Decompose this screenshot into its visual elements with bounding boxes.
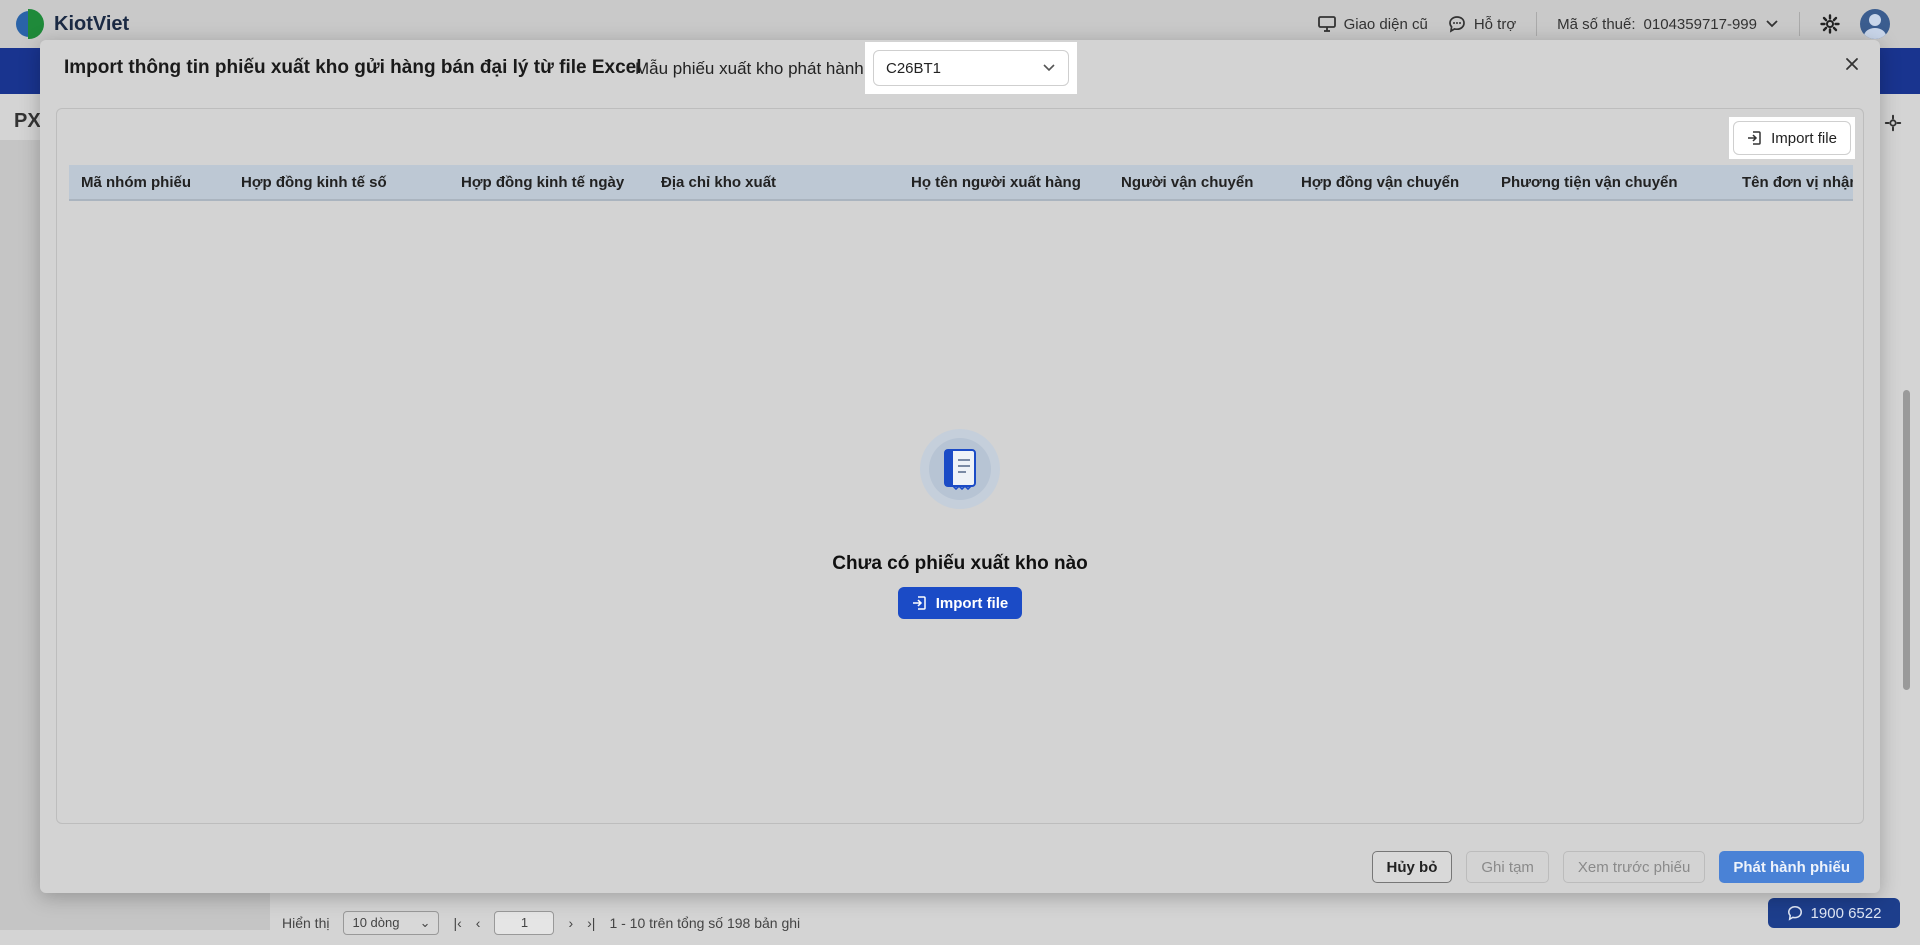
preview-button[interactable]: Xem trước phiếu — [1562, 851, 1706, 883]
file-import-icon — [912, 595, 928, 611]
settings-icon[interactable] — [1884, 114, 1902, 132]
chat-icon — [1787, 905, 1803, 921]
prev-page-icon[interactable]: ‹ — [476, 915, 481, 931]
column-header: Hợp đồng kinh tế số — [241, 174, 387, 191]
import-modal: Import thông tin phiếu xuất kho gửi hàng… — [40, 40, 1880, 893]
template-select[interactable]: C26BT1 — [873, 50, 1069, 86]
next-page-icon[interactable]: › — [568, 915, 573, 931]
modal-title: Import thông tin phiếu xuất kho gửi hàng… — [64, 57, 642, 78]
column-header: Hợp đồng kinh tế ngày — [461, 174, 625, 191]
first-page-icon[interactable]: |‹ — [453, 915, 461, 931]
gear-icon[interactable] — [1820, 14, 1840, 34]
column-header: Hợp đồng vận chuyển — [1301, 174, 1460, 191]
cancel-button[interactable]: Hủy bỏ — [1371, 851, 1453, 883]
page-size-select[interactable]: 10 dòng ⌄ — [343, 910, 440, 935]
monitor-icon — [1317, 16, 1336, 32]
document-icon — [942, 446, 978, 492]
modal-header: Import thông tin phiếu xuất kho gửi hàng… — [40, 40, 1880, 106]
modal-footer: Hủy bỏ Ghi tạm Xem trước phiếu Phát hành… — [1371, 851, 1864, 883]
empty-state: Chưa có phiếu xuất kho nào Import file — [57, 429, 1863, 619]
bg-page-title: PX — [14, 110, 41, 132]
import-file-label: Import file — [935, 594, 1009, 612]
user-avatar[interactable] — [1860, 9, 1890, 39]
old-ui-label: Giao diện cũ — [1343, 15, 1428, 33]
column-header: Người vận chuyển — [1121, 174, 1254, 191]
divider — [1799, 12, 1800, 36]
logo-icon — [16, 9, 46, 39]
chat-icon — [1448, 15, 1466, 33]
publish-button[interactable]: Phát hành phiếu — [1719, 851, 1864, 883]
support-link[interactable]: Hỗ trợ — [1448, 15, 1516, 33]
file-import-icon — [1747, 130, 1763, 146]
chevron-down-icon — [1765, 19, 1779, 29]
tax-code-label: Mã số thuế: — [1557, 15, 1636, 33]
column-header: Họ tên người xuất hàng — [911, 174, 1081, 191]
column-header: Mã nhóm phiếu — [81, 174, 191, 191]
tax-code-dropdown[interactable]: Mã số thuế: 0104359717-999 — [1557, 16, 1779, 33]
import-file-highlight: Import file — [1729, 117, 1855, 159]
empty-illustration — [920, 429, 1000, 509]
import-file-label: Import file — [1771, 129, 1837, 147]
old-ui-link[interactable]: Giao diện cũ — [1317, 15, 1428, 33]
import-table-header: Mã nhóm phiếu Hợp đồng kinh tế số Hợp đồ… — [69, 165, 1853, 201]
bg-scrollbar[interactable] — [1903, 390, 1910, 690]
template-select-highlight: C26BT1 — [865, 42, 1077, 94]
empty-message: Chưa có phiếu xuất kho nào — [832, 553, 1088, 574]
close-button[interactable] — [1840, 52, 1864, 76]
column-header: Phương tiện vận chuyển — [1501, 174, 1678, 191]
support-label: Hỗ trợ — [1473, 15, 1517, 33]
bg-pagination: Hiển thị 10 dòng ⌄ |‹ ‹ 1 › ›| 1 - 10 tr… — [270, 900, 1900, 945]
page-input[interactable]: 1 — [494, 910, 555, 935]
hotline-number: 1900 6522 — [1810, 904, 1882, 922]
app-name: KiotViet — [54, 12, 130, 35]
save-draft-button[interactable]: Ghi tạm — [1466, 851, 1549, 883]
column-header: Địa chỉ kho xuất — [661, 174, 777, 191]
column-header: Tên đơn vị nhận — [1742, 174, 1853, 191]
record-range: 1 - 10 trên tổng số 198 bản ghi — [609, 914, 801, 931]
template-value: C26BT1 — [886, 59, 942, 77]
import-file-button-top[interactable]: Import file — [1733, 121, 1851, 155]
chevron-down-icon: ⌄ — [419, 914, 431, 930]
last-page-icon[interactable]: ›| — [587, 915, 595, 931]
hotline-button[interactable]: 1900 6522 — [1768, 898, 1900, 928]
app-logo[interactable]: KiotViet — [16, 9, 129, 39]
page-size-value: 10 dòng — [352, 915, 400, 930]
template-label: Mẫu phiếu xuất kho phát hành — [635, 59, 864, 78]
import-content-panel: Import file Mã nhóm phiếu Hợp đồng kinh … — [56, 108, 1864, 824]
close-icon — [1845, 57, 1859, 71]
chevron-down-icon — [1042, 63, 1056, 73]
divider — [1536, 12, 1538, 36]
tax-code-value: 0104359717-999 — [1643, 15, 1757, 33]
import-file-button-center[interactable]: Import file — [897, 587, 1023, 619]
show-label: Hiển thị — [282, 914, 330, 931]
